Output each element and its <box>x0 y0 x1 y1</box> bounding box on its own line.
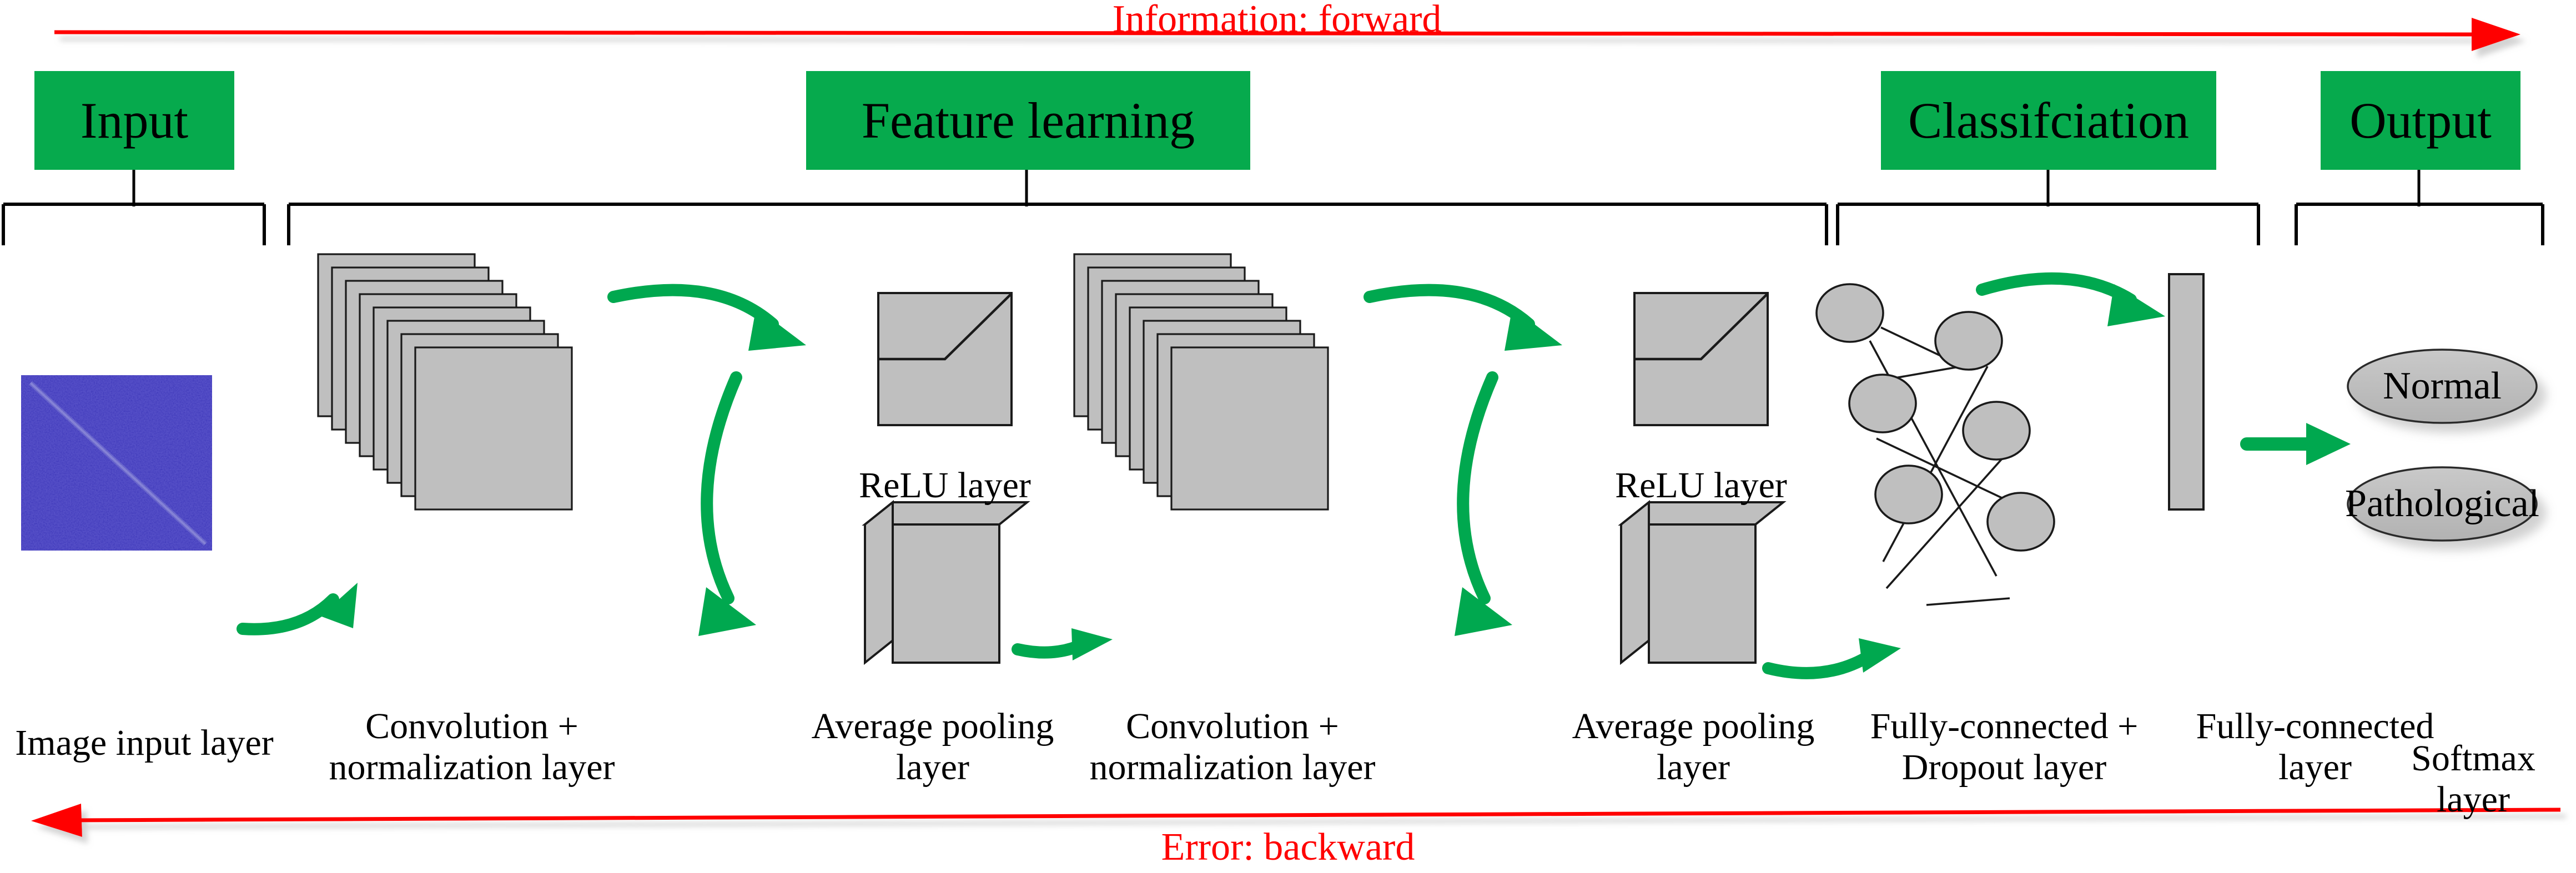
layer-label-image-input: Image input layer <box>15 723 274 763</box>
layer-label-softmax: Softmax layer <box>2411 738 2535 820</box>
layer-label-conv-norm-1: Convolution + normalization layer <box>329 706 615 788</box>
arrow-conv1-to-avgpool1 <box>698 371 756 636</box>
stage-box-classification[interactable]: Classifciation <box>1881 71 2216 170</box>
arrow-conv2-to-avgpool2 <box>1455 371 1512 636</box>
conv-stack-1 <box>317 253 573 511</box>
layer-label-fc-dropout: Fully-connected + Dropout layer <box>1870 706 2139 788</box>
arrow-input-to-conv1 <box>237 583 358 635</box>
stage-label-feature: Feature learning <box>861 92 1195 149</box>
conv-stack-2 <box>1073 253 1329 511</box>
bracket-classification <box>1836 166 2260 245</box>
avgpool-cube-2 <box>1618 499 1787 665</box>
layer-label-conv-norm-2: Convolution + normalization layer <box>1089 706 1376 788</box>
layer-label-relu-2: ReLU layer <box>1615 465 1787 506</box>
arrow-conv2-to-relu2 <box>1364 284 1562 351</box>
arrow-fc-to-bar <box>1976 272 2165 326</box>
backward-flow-label: Error: backward <box>1161 826 1415 869</box>
fully-connected-bar <box>2168 273 2205 511</box>
stage-label-output: Output <box>2349 92 2492 149</box>
section-brackets <box>2 166 2544 245</box>
layer-label-avgpool-2: Average pooling layer <box>1572 706 1815 788</box>
arrow-avgpool2-to-fc <box>1762 638 1901 679</box>
relu-box-1 <box>877 292 1013 426</box>
relu-box-2 <box>1633 292 1769 426</box>
forward-flow-label: Information: forward <box>1112 0 1442 41</box>
bracket-output <box>2295 166 2544 245</box>
output-label-normal: Normal <box>2383 365 2502 407</box>
fully-connected-graph <box>1815 283 2055 606</box>
stage-box-feature[interactable]: Feature learning <box>806 71 1250 170</box>
stage-box-input[interactable]: Input <box>34 71 234 170</box>
avgpool-cube-1 <box>862 499 1030 665</box>
arrow-avgpool1-to-conv2 <box>1012 628 1113 660</box>
cnn-architecture-diagram: Input Feature learning Classifciation Ou… <box>0 0 2576 873</box>
arrow-bar-to-output <box>2240 423 2351 465</box>
output-label-pathological: Pathological <box>2345 482 2539 525</box>
stage-box-output[interactable]: Output <box>2321 71 2520 170</box>
layer-label-relu-1: ReLU layer <box>859 465 1031 506</box>
bracket-feature <box>287 166 1828 245</box>
stage-label-classification: Classifciation <box>1908 92 2189 149</box>
bracket-input <box>2 166 266 245</box>
arrow-conv1-to-relu1 <box>607 284 806 351</box>
image-input-matrix <box>21 375 212 551</box>
stage-label-input: Input <box>80 92 189 149</box>
